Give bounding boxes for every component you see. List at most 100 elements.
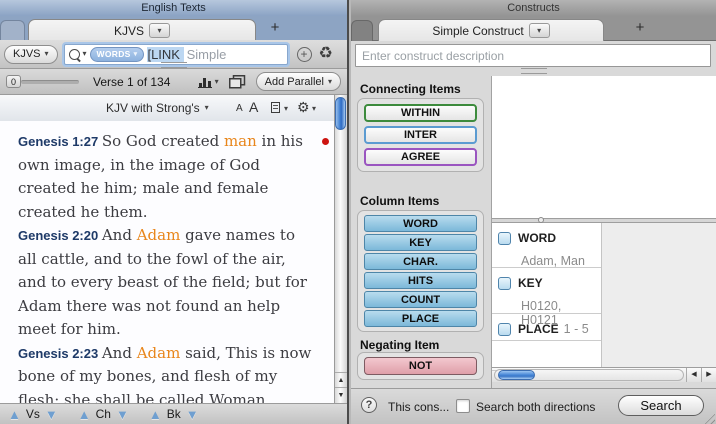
- scroll-left-button[interactable]: ◀: [686, 368, 701, 382]
- details-pane-icon[interactable]: [229, 75, 246, 89]
- construct-item-count[interactable]: COUNT: [364, 291, 477, 308]
- decrease-font-button[interactable]: A: [236, 103, 243, 114]
- text-pane-header: KJV with Strong's ▾ A A ▾ ⚙ ▾: [0, 95, 334, 122]
- window-titlebar[interactable]: Constructs: [351, 0, 716, 17]
- construct-workspace[interactable]: [492, 76, 716, 218]
- background-tab-stub[interactable]: [351, 20, 373, 41]
- chevron-down-icon[interactable]: ▾: [215, 78, 219, 86]
- entry-checkbox[interactable]: [498, 277, 511, 290]
- construct-entry-empty[interactable]: [492, 341, 601, 371]
- new-tab-button[interactable]: +: [262, 16, 288, 39]
- negating-item-label: Negating Item: [360, 338, 439, 352]
- scroll-right-button[interactable]: ▶: [701, 368, 716, 382]
- verse-reference[interactable]: Genesis 2:23: [18, 346, 102, 361]
- window-title: Constructs: [507, 2, 560, 14]
- entry-label: WORD: [518, 231, 556, 245]
- construct-item-hits[interactable]: HITS: [364, 272, 477, 289]
- search-scope-pill[interactable]: WORDS ▾: [90, 47, 145, 62]
- chevron-down-icon[interactable]: ▾: [284, 105, 288, 113]
- accordance-workspace: English Texts KJVS ▾ + KJVS ▾ ▾ WORDS: [0, 0, 716, 424]
- toolbar-drag-handle[interactable]: [161, 62, 187, 68]
- chevron-down-icon[interactable]: ▾: [312, 105, 316, 113]
- empty-column-area[interactable]: [602, 223, 716, 367]
- vertical-scrollbar[interactable]: ▲ ▼: [334, 95, 347, 403]
- hit-word: Adam: [137, 344, 181, 362]
- checkbox-label: Search both directions: [476, 400, 595, 414]
- construct-item-char[interactable]: CHAR.: [364, 253, 477, 270]
- column-items-label: Column Items: [360, 194, 439, 208]
- entry-checkbox[interactable]: [498, 232, 511, 245]
- connecting-items-group: WITHIN INTER AGREE: [357, 98, 484, 172]
- construct-columns-area: WORDAdam, ManKEYH0120, H0121PLACE1 - 5: [492, 223, 716, 367]
- search-icon[interactable]: [69, 49, 80, 60]
- scroll-down-button[interactable]: ▼: [335, 387, 347, 403]
- tab-bar: Simple Construct ▾ +: [351, 16, 716, 41]
- construct-item-place[interactable]: PLACE: [364, 310, 477, 327]
- scrollbar-thumb[interactable]: [335, 97, 346, 130]
- scrollbar-thumb[interactable]: [498, 370, 535, 380]
- search-button[interactable]: Search: [618, 395, 704, 416]
- construct-item-inter[interactable]: INTER: [364, 126, 477, 144]
- analysis-chart-icon[interactable]: [198, 76, 212, 88]
- construct-entry-key[interactable]: KEYH0120, H0121: [492, 268, 601, 314]
- pane-drag-handle[interactable]: [521, 68, 547, 74]
- construct-item-not[interactable]: NOT: [364, 357, 477, 375]
- add-parallel-button[interactable]: Add Parallel ▾: [256, 72, 341, 91]
- verse-slider-track[interactable]: [21, 80, 79, 84]
- increase-font-button[interactable]: A: [249, 99, 258, 115]
- nav-label: Bk: [167, 407, 181, 421]
- construct-entry-word[interactable]: WORDAdam, Man: [492, 223, 601, 268]
- description-row: [351, 40, 716, 72]
- display-settings-icon[interactable]: [271, 102, 280, 113]
- scrollbar-track[interactable]: [494, 369, 684, 381]
- chevron-down-icon: ▾: [328, 78, 332, 86]
- entry-label: PLACE: [518, 322, 559, 336]
- bible-text-pane[interactable]: Genesis 1:27 So God created man in his o…: [0, 121, 334, 403]
- negating-item-group: NOT: [357, 352, 484, 380]
- construct-item-word[interactable]: WORD: [364, 215, 477, 232]
- horizontal-scrollbar[interactable]: ◀ ▶: [492, 367, 716, 382]
- verse[interactable]: Genesis 1:27 So God created man in his o…: [18, 130, 318, 224]
- text-version-selector[interactable]: KJV with Strong's ▾: [106, 95, 209, 121]
- next-bk-button[interactable]: ▼: [186, 408, 199, 421]
- verse[interactable]: Genesis 2:20 And Adam gave names to all …: [18, 224, 318, 342]
- verse-text: So God created: [102, 132, 224, 150]
- update-search-icon[interactable]: ♻: [319, 46, 333, 62]
- verse-counter: Verse 1 of 134: [93, 75, 170, 89]
- search-options-chevron-icon[interactable]: ▾: [83, 50, 87, 58]
- next-vs-button[interactable]: ▼: [45, 408, 58, 421]
- construct-item-agree[interactable]: AGREE: [364, 148, 477, 166]
- help-button[interactable]: ?: [361, 397, 377, 413]
- tab-simple-construct[interactable]: Simple Construct ▾: [378, 19, 604, 41]
- construct-item-within[interactable]: WITHIN: [364, 104, 477, 122]
- tab-dropdown-icon[interactable]: ▾: [149, 23, 170, 38]
- chevron-down-icon: ▾: [134, 51, 138, 58]
- add-search-criteria-button[interactable]: +: [297, 47, 312, 62]
- entry-checkbox[interactable]: [498, 323, 511, 336]
- tab-dropdown-icon[interactable]: ▾: [529, 23, 550, 38]
- verse[interactable]: Genesis 2:23 And Adam said, This is now …: [18, 342, 318, 404]
- verse-reference[interactable]: Genesis 2:20: [18, 228, 102, 243]
- background-tab-stub[interactable]: [0, 20, 25, 41]
- scroll-up-button[interactable]: ▲: [335, 372, 347, 388]
- next-ch-button[interactable]: ▼: [116, 408, 129, 421]
- construct-description-input[interactable]: [355, 44, 711, 67]
- verse-slider-thumb[interactable]: 0: [6, 75, 21, 88]
- nav-group-vs: ▲Vs▼: [8, 407, 58, 421]
- gear-icon[interactable]: ⚙: [297, 100, 310, 114]
- construct-column[interactable]: WORDAdam, ManKEYH0120, H0121PLACE1 - 5: [492, 223, 602, 367]
- previous-vs-button[interactable]: ▲: [8, 408, 21, 421]
- verse-reference[interactable]: Genesis 1:27: [18, 134, 102, 149]
- window-titlebar[interactable]: English Texts: [0, 0, 347, 17]
- new-tab-button[interactable]: +: [627, 16, 653, 39]
- tab-label: KJVS: [114, 24, 144, 38]
- previous-ch-button[interactable]: ▲: [78, 408, 91, 421]
- tab-kjvs[interactable]: KJVS ▾: [28, 19, 256, 41]
- search-both-directions-checkbox[interactable]: [456, 399, 470, 413]
- construct-item-key[interactable]: KEY: [364, 234, 477, 251]
- construct-entry-place[interactable]: PLACE1 - 5: [492, 314, 601, 341]
- window-resize-grip[interactable]: [702, 411, 715, 424]
- nav-label: Ch: [96, 407, 111, 421]
- translation-selector-button[interactable]: KJVS ▾: [4, 45, 58, 64]
- previous-bk-button[interactable]: ▲: [149, 408, 162, 421]
